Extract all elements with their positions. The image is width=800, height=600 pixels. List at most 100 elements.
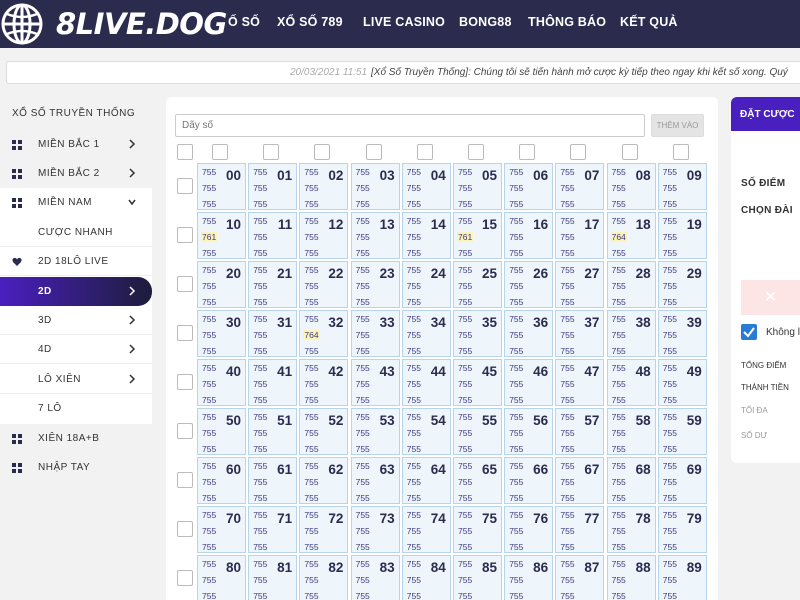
sidebar-item-lo-xien[interactable]: LÔ XIÊN	[0, 365, 152, 394]
number-cell-89[interactable]: 89 755 755 755	[657, 555, 707, 600]
number-cell-20[interactable]: 20 755 755 755	[197, 261, 246, 308]
number-cell-59[interactable]: 59 755 755 755	[657, 408, 707, 455]
number-cell-61[interactable]: 61 755 755 755	[248, 457, 298, 504]
number-cell-11[interactable]: 11 755 755 755	[248, 212, 298, 259]
nav-xo-so[interactable]: Ố SỐ	[228, 15, 260, 29]
number-cell-15[interactable]: 15 755 761 755	[453, 212, 502, 259]
number-cell-43[interactable]: 43 755 755 755	[350, 359, 400, 406]
number-cell-21[interactable]: 21 755 755 755	[248, 261, 298, 308]
sidebar-item-cuoc-nhanh[interactable]: CƯỢC NHANH	[0, 218, 152, 247]
column-checkbox[interactable]	[468, 144, 484, 160]
sidebar-item-3d[interactable]: 3D	[0, 306, 152, 335]
nav-thong-bao[interactable]: THÔNG BÁO	[528, 15, 606, 29]
number-cell-12[interactable]: 12 755 755 755	[299, 212, 349, 259]
number-cell-49[interactable]: 49 755 755 755	[657, 359, 707, 406]
number-cell-72[interactable]: 72 755 755 755	[299, 506, 349, 553]
clear-button[interactable]: ✕	[741, 280, 800, 315]
column-checkbox[interactable]	[672, 144, 689, 160]
nav-live-casino[interactable]: LIVE CASINO	[363, 15, 445, 29]
number-cell-47[interactable]: 47 755 755 755	[555, 359, 605, 406]
option-checkbox[interactable]	[741, 324, 757, 340]
number-cell-56[interactable]: 56 755 755 755	[504, 408, 554, 455]
number-cell-84[interactable]: 84 755 755 755	[401, 555, 451, 600]
number-cell-10[interactable]: 10 755 761 755	[197, 212, 246, 259]
sidebar-item-mien-bac-2[interactable]: MIỀN BẮC 2	[0, 159, 152, 188]
number-cell-03[interactable]: 03 755 755 755	[350, 163, 400, 210]
number-cell-83[interactable]: 83 755 755 755	[350, 555, 400, 600]
number-cell-88[interactable]: 88 755 755 755	[606, 555, 656, 600]
number-cell-77[interactable]: 77 755 755 755	[555, 506, 605, 553]
number-cell-00[interactable]: 00 755 755 755	[197, 163, 246, 210]
select-all-checkbox[interactable]	[177, 144, 193, 160]
number-cell-81[interactable]: 81 755 755 755	[248, 555, 298, 600]
number-cell-62[interactable]: 62 755 755 755	[299, 457, 349, 504]
sidebar-item-mien-bac-1[interactable]: MIỀN BẮC 1	[0, 130, 152, 159]
add-button[interactable]: THÊM VÀO	[651, 114, 704, 137]
column-checkbox[interactable]	[416, 144, 433, 160]
number-cell-50[interactable]: 50 755 755 755	[197, 408, 246, 455]
number-cell-45[interactable]: 45 755 755 755	[453, 359, 502, 406]
number-cell-64[interactable]: 64 755 755 755	[401, 457, 451, 504]
number-cell-53[interactable]: 53 755 755 755	[350, 408, 400, 455]
number-cell-48[interactable]: 48 755 755 755	[606, 359, 656, 406]
logo[interactable]: 8LIVE.DOG	[0, 2, 227, 46]
row-checkbox[interactable]	[177, 276, 193, 292]
number-cell-28[interactable]: 28 755 755 755	[606, 261, 656, 308]
number-cell-79[interactable]: 79 755 755 755	[657, 506, 707, 553]
sidebar-item-nhap-tay[interactable]: NHẬP TAY	[0, 453, 152, 482]
column-checkbox[interactable]	[365, 144, 382, 160]
number-cell-33[interactable]: 33 755 755 755	[350, 310, 400, 357]
number-cell-16[interactable]: 16 755 755 755	[504, 212, 554, 259]
number-cell-18[interactable]: 18 755 764 755	[606, 212, 656, 259]
number-cell-32[interactable]: 32 755 764 755	[299, 310, 349, 357]
number-cell-30[interactable]: 30 755 755 755	[197, 310, 246, 357]
number-cell-06[interactable]: 06 755 755 755	[504, 163, 554, 210]
number-cell-38[interactable]: 38 755 755 755	[606, 310, 656, 357]
number-cell-44[interactable]: 44 755 755 755	[401, 359, 451, 406]
row-checkbox[interactable]	[177, 423, 193, 439]
number-cell-14[interactable]: 14 755 755 755	[401, 212, 451, 259]
number-cell-52[interactable]: 52 755 755 755	[299, 408, 349, 455]
number-cell-42[interactable]: 42 755 755 755	[299, 359, 349, 406]
number-cell-75[interactable]: 75 755 755 755	[453, 506, 502, 553]
sidebar-item-2d[interactable]: 2D	[0, 277, 152, 306]
column-checkbox[interactable]	[570, 144, 587, 160]
column-checkbox[interactable]	[314, 144, 331, 160]
number-cell-73[interactable]: 73 755 755 755	[350, 506, 400, 553]
row-checkbox[interactable]	[177, 374, 193, 390]
row-checkbox[interactable]	[177, 570, 193, 586]
column-checkbox[interactable]	[263, 144, 280, 160]
number-cell-25[interactable]: 25 755 755 755	[453, 261, 502, 308]
number-cell-87[interactable]: 87 755 755 755	[555, 555, 605, 600]
number-cell-70[interactable]: 70 755 755 755	[197, 506, 246, 553]
number-cell-60[interactable]: 60 755 755 755	[197, 457, 246, 504]
number-cell-54[interactable]: 54 755 755 755	[401, 408, 451, 455]
number-cell-26[interactable]: 26 755 755 755	[504, 261, 554, 308]
row-checkbox[interactable]	[177, 325, 193, 341]
number-cell-82[interactable]: 82 755 755 755	[299, 555, 349, 600]
nav-xo-so-789[interactable]: XỔ SỐ 789	[277, 15, 343, 29]
number-cell-63[interactable]: 63 755 755 755	[350, 457, 400, 504]
number-cell-08[interactable]: 08 755 755 755	[606, 163, 656, 210]
row-checkbox[interactable]	[177, 521, 193, 537]
number-cell-58[interactable]: 58 755 755 755	[606, 408, 656, 455]
sidebar-item-2d-18lo-live[interactable]: 2D 18LÔ LIVE	[0, 247, 152, 276]
number-cell-66[interactable]: 66 755 755 755	[504, 457, 554, 504]
number-cell-51[interactable]: 51 755 755 755	[248, 408, 298, 455]
column-checkbox[interactable]	[212, 144, 228, 160]
number-cell-80[interactable]: 80 755 755 755	[197, 555, 246, 600]
row-checkbox[interactable]	[177, 178, 193, 194]
number-cell-65[interactable]: 65 755 755 755	[453, 457, 502, 504]
number-cell-27[interactable]: 27 755 755 755	[555, 261, 605, 308]
number-cell-41[interactable]: 41 755 755 755	[248, 359, 298, 406]
sidebar-item-xien-18ab[interactable]: XIÊN 18A+B	[0, 424, 152, 453]
number-cell-69[interactable]: 69 755 755 755	[657, 457, 707, 504]
number-cell-36[interactable]: 36 755 755 755	[504, 310, 554, 357]
nav-ket-qua[interactable]: KẾT QUẢ	[620, 15, 678, 29]
number-cell-22[interactable]: 22 755 755 755	[299, 261, 349, 308]
number-cell-23[interactable]: 23 755 755 755	[350, 261, 400, 308]
number-cell-34[interactable]: 34 755 755 755	[401, 310, 451, 357]
sidebar-item-7-lo[interactable]: 7 LÔ	[0, 394, 152, 423]
number-cell-37[interactable]: 37 755 755 755	[555, 310, 605, 357]
number-cell-13[interactable]: 13 755 755 755	[350, 212, 400, 259]
